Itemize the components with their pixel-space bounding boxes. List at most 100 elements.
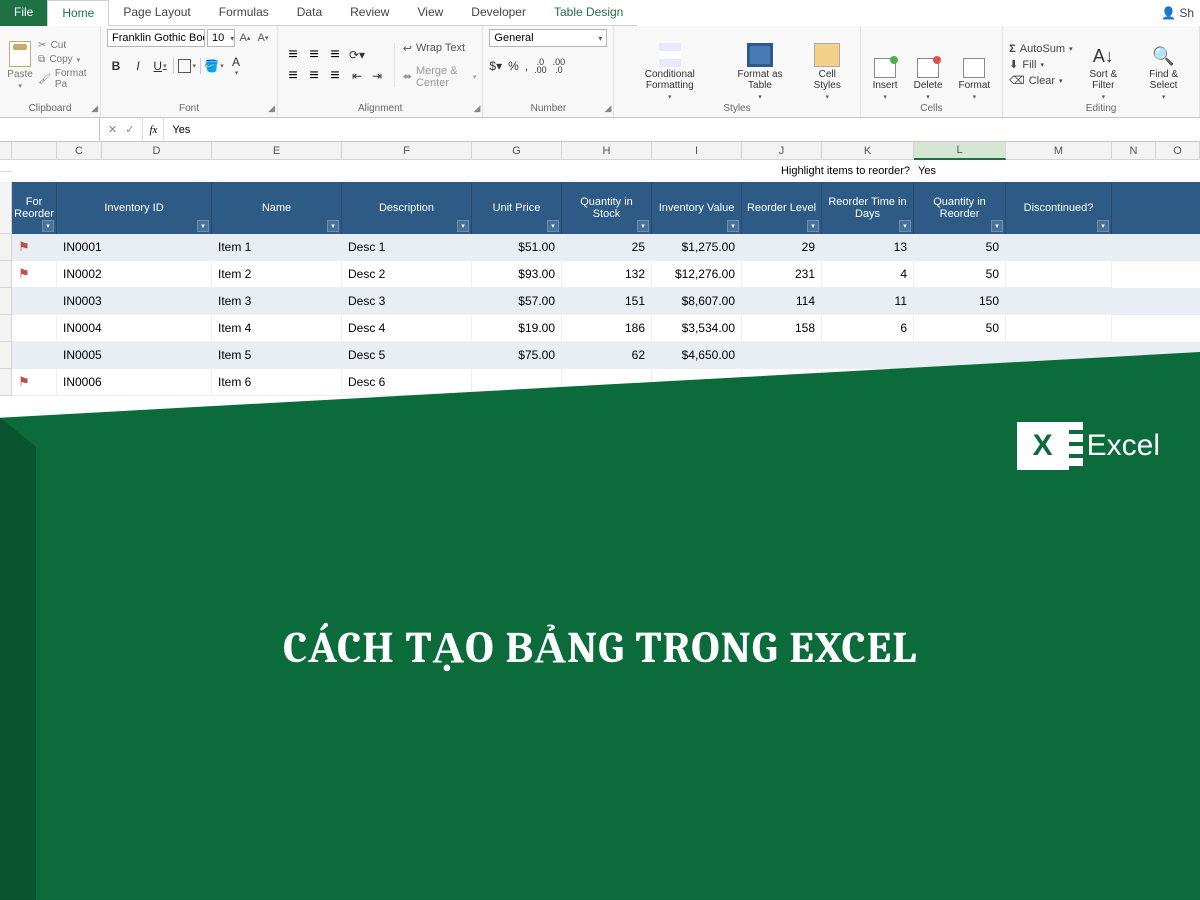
share-button[interactable]: 👤Sh: [1155, 0, 1200, 26]
filter-icon[interactable]: ▾: [457, 220, 469, 232]
cell-qir[interactable]: 50: [914, 315, 1006, 342]
cell-price[interactable]: $51.00: [472, 234, 562, 261]
cell-rtd[interactable]: 13: [822, 234, 914, 261]
select-all-corner[interactable]: [0, 142, 12, 160]
tab-formulas[interactable]: Formulas: [205, 0, 283, 26]
table-row[interactable]: IN0004Item 4Desc 4$19.00186$3,534.001586…: [0, 315, 1200, 342]
font-size-combo[interactable]: 10▾: [207, 29, 235, 47]
th-unit-price[interactable]: Unit Price▾: [472, 182, 562, 234]
decrease-decimal-button[interactable]: .00.0: [553, 57, 566, 75]
tab-page-layout[interactable]: Page Layout: [109, 0, 204, 26]
cell-id[interactable]: IN0004: [57, 315, 212, 342]
filter-icon[interactable]: ▾: [807, 220, 819, 232]
col-header-i[interactable]: I: [652, 142, 742, 160]
col-header-e[interactable]: E: [212, 142, 342, 160]
cell-rl[interactable]: 114: [742, 288, 822, 315]
cell-desc[interactable]: Desc 3: [342, 288, 472, 315]
increase-decimal-button[interactable]: .0.00: [534, 57, 547, 75]
borders-button[interactable]: [178, 57, 196, 75]
cell-name[interactable]: Item 4: [212, 315, 342, 342]
orientation-button[interactable]: ⟳▾: [348, 46, 366, 64]
tab-home[interactable]: Home: [47, 0, 109, 26]
col-header-l[interactable]: L: [914, 142, 1006, 160]
col-header-o[interactable]: O: [1156, 142, 1200, 160]
filter-icon[interactable]: ▾: [991, 220, 1003, 232]
col-header-c[interactable]: C: [57, 142, 102, 160]
filter-icon[interactable]: ▾: [637, 220, 649, 232]
cell-qir[interactable]: 50: [914, 234, 1006, 261]
filter-icon[interactable]: ▾: [327, 220, 339, 232]
fill-color-button[interactable]: 🪣: [205, 57, 223, 75]
comma-button[interactable]: ,: [525, 57, 528, 75]
cell-qty[interactable]: 186: [562, 315, 652, 342]
filter-icon[interactable]: ▾: [1097, 220, 1109, 232]
th-qty-stock[interactable]: Quantity in Stock▾: [562, 182, 652, 234]
cell-price[interactable]: $19.00: [472, 315, 562, 342]
cell-desc[interactable]: Desc 2: [342, 261, 472, 288]
filter-icon[interactable]: ▾: [197, 220, 209, 232]
filter-icon[interactable]: ▾: [547, 220, 559, 232]
align-top-button[interactable]: ≡: [284, 46, 302, 64]
dialog-launcher-font[interactable]: ◢: [268, 103, 275, 114]
bold-button[interactable]: B: [107, 57, 125, 75]
col-header-n[interactable]: N: [1112, 142, 1156, 160]
cell-val[interactable]: $12,276.00: [652, 261, 742, 288]
tab-view[interactable]: View: [403, 0, 457, 26]
format-as-table-button[interactable]: Format as Table▾: [723, 29, 797, 101]
th-inv-value[interactable]: Inventory Value▾: [652, 182, 742, 234]
enter-formula-button[interactable]: ✓: [125, 123, 134, 136]
cut-button[interactable]: ✂Cut: [38, 40, 94, 51]
th-qty-reorder[interactable]: Quantity in Reorder▾: [914, 182, 1006, 234]
col-header-k[interactable]: K: [822, 142, 914, 160]
find-select-button[interactable]: 🔍Find & Select▾: [1134, 29, 1193, 101]
cell-name[interactable]: Item 3: [212, 288, 342, 315]
fill-button[interactable]: ⬇Fill▾: [1009, 58, 1072, 71]
italic-button[interactable]: I: [129, 57, 147, 75]
align-right-button[interactable]: ≡: [326, 67, 344, 85]
cell-price[interactable]: $93.00: [472, 261, 562, 288]
col-header-m[interactable]: M: [1006, 142, 1112, 160]
wrap-text-button[interactable]: ↩Wrap Text: [403, 42, 477, 55]
accounting-format-button[interactable]: $▾: [489, 57, 502, 75]
align-middle-button[interactable]: ≡: [305, 46, 323, 64]
font-color-button[interactable]: A: [227, 57, 245, 75]
th-reorder-days[interactable]: Reorder Time in Days▾: [822, 182, 914, 234]
col-header-j[interactable]: J: [742, 142, 822, 160]
decrease-indent-button[interactable]: ⇤: [348, 67, 366, 85]
tab-developer[interactable]: Developer: [457, 0, 540, 26]
th-discontinued[interactable]: Discontinued?▾: [1006, 182, 1112, 234]
delete-button[interactable]: Delete▾: [908, 29, 949, 101]
merge-center-button[interactable]: ⬌Merge & Center▾: [403, 65, 477, 89]
cell-qty[interactable]: 151: [562, 288, 652, 315]
align-bottom-button[interactable]: ≡: [326, 46, 344, 64]
table-row[interactable]: IN0003Item 3Desc 3$57.00151$8,607.001141…: [0, 288, 1200, 315]
number-format-combo[interactable]: General▾: [489, 29, 607, 47]
decrease-font-button[interactable]: A▾: [255, 29, 271, 47]
copy-button[interactable]: ⧉Copy▾: [38, 54, 94, 65]
tab-table-design[interactable]: Table Design: [540, 0, 637, 26]
fx-button[interactable]: fx: [143, 118, 164, 141]
th-name[interactable]: Name▾: [212, 182, 342, 234]
cancel-formula-button[interactable]: ✕: [108, 123, 117, 136]
cell-id[interactable]: IN0002: [57, 261, 212, 288]
table-row[interactable]: ⚑IN0002Item 2Desc 2$93.00132$12,276.0023…: [0, 261, 1200, 288]
underline-button[interactable]: U: [151, 57, 169, 75]
cell-name[interactable]: Item 1: [212, 234, 342, 261]
cell-rl[interactable]: 231: [742, 261, 822, 288]
dialog-launcher-clipboard[interactable]: ◢: [91, 103, 98, 114]
filter-icon[interactable]: ▾: [727, 220, 739, 232]
cell-disc[interactable]: [1006, 261, 1112, 288]
cell-val[interactable]: $1,275.00: [652, 234, 742, 261]
increase-indent-button[interactable]: ⇥: [368, 67, 386, 85]
cell-id[interactable]: IN0003: [57, 288, 212, 315]
cell-rl[interactable]: 158: [742, 315, 822, 342]
cell-val[interactable]: $3,534.00: [652, 315, 742, 342]
col-header[interactable]: [12, 142, 57, 160]
autosum-button[interactable]: ΣAutoSum▾: [1009, 43, 1072, 55]
conditional-formatting-button[interactable]: Conditional Formatting▾: [620, 29, 719, 101]
tab-file[interactable]: File: [0, 0, 47, 26]
dialog-launcher-number[interactable]: ◢: [605, 103, 612, 114]
col-header-g[interactable]: G: [472, 142, 562, 160]
col-header-d[interactable]: D: [102, 142, 212, 160]
cell-qir[interactable]: 50: [914, 261, 1006, 288]
